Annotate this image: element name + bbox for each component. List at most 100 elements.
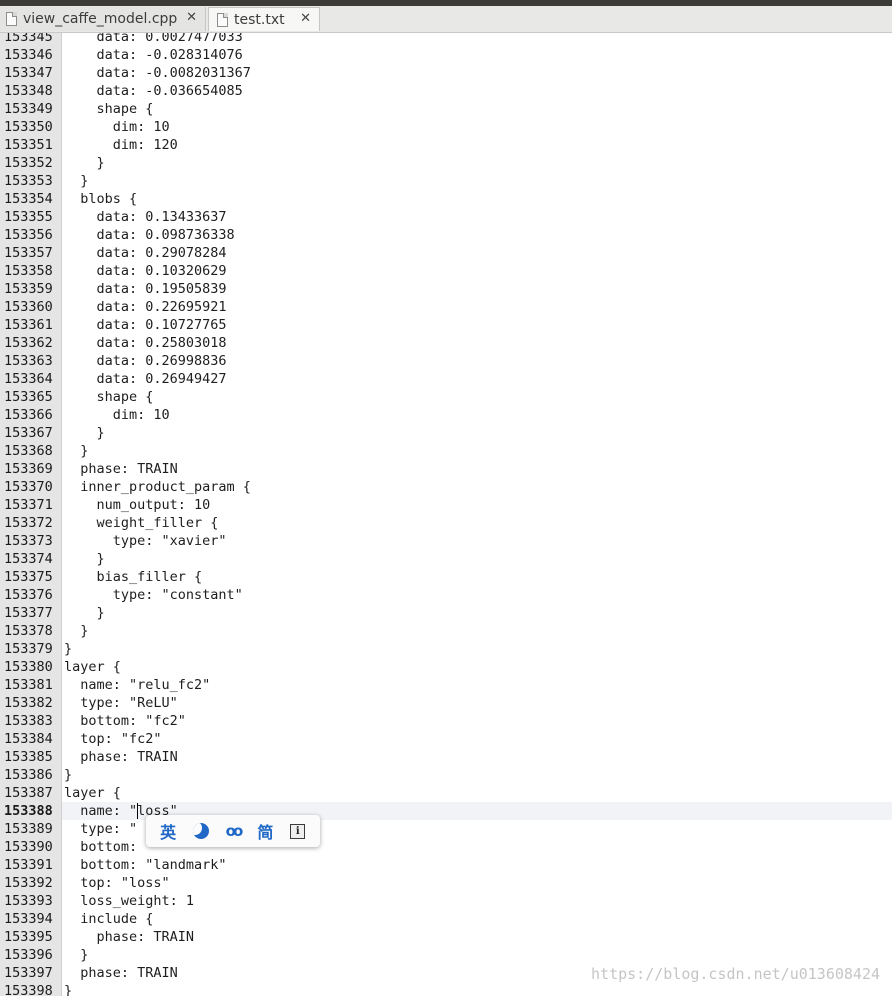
- editor-line[interactable]: 153375 bias_filler {: [0, 568, 892, 586]
- line-text: }: [64, 947, 89, 963]
- simplified-chinese-toggle-button[interactable]: 简: [253, 819, 277, 843]
- editor-line[interactable]: 153395 phase: TRAIN: [0, 928, 892, 946]
- line-number: 153390: [4, 839, 53, 855]
- editor-line[interactable]: 153355 data: 0.13433637: [0, 208, 892, 226]
- editor-line[interactable]: 153390 bottom: ": [0, 838, 892, 856]
- line-text: data: 0.26998836: [64, 353, 227, 369]
- editor-line[interactable]: 153381 name: "relu_fc2": [0, 676, 892, 694]
- editor-line[interactable]: 153392 top: "loss": [0, 874, 892, 892]
- editor-line[interactable]: 153396 }: [0, 946, 892, 964]
- line-text: data: 0.26949427: [64, 371, 227, 387]
- close-icon[interactable]: ✕: [186, 10, 197, 25]
- editor-line[interactable]: 153353 }: [0, 172, 892, 190]
- editor-line[interactable]: 153367 }: [0, 424, 892, 442]
- editor-line[interactable]: 153386}: [0, 766, 892, 784]
- line-number: 153375: [4, 569, 53, 585]
- editor-line[interactable]: 153359 data: 0.19505839: [0, 280, 892, 298]
- line-number: 153352: [4, 155, 53, 171]
- editor-line[interactable]: 153350 dim: 10: [0, 118, 892, 136]
- editor-line[interactable]: 153376 type: "constant": [0, 586, 892, 604]
- file-icon: [217, 12, 228, 27]
- line-number: 153364: [4, 371, 53, 387]
- tab-view-caffe-model[interactable]: view_caffe_model.cpp ✕: [0, 7, 206, 31]
- line-number: 153363: [4, 353, 53, 369]
- line-number: 153354: [4, 191, 53, 207]
- line-text: type: "constant": [64, 587, 243, 603]
- tab-bar: view_caffe_model.cpp ✕ test.txt ✕: [0, 6, 892, 33]
- editor-line[interactable]: 153383 bottom: "fc2": [0, 712, 892, 730]
- editor-line[interactable]: 153387 layer {: [0, 784, 892, 802]
- tab-test-txt[interactable]: test.txt ✕: [208, 7, 320, 31]
- line-number: 153396: [4, 947, 53, 963]
- editor-line[interactable]: 153393 loss_weight: 1: [0, 892, 892, 910]
- editor-line[interactable]: 153370 inner_product_param {: [0, 478, 892, 496]
- line-number: 153371: [4, 497, 53, 513]
- editor-line[interactable]: 153348 data: -0.036654085: [0, 82, 892, 100]
- line-number: 153349: [4, 101, 53, 117]
- close-icon[interactable]: ✕: [300, 11, 311, 26]
- editor-line[interactable]: 153391 bottom: "landmark": [0, 856, 892, 874]
- editor-line[interactable]: 153351 dim: 120: [0, 136, 892, 154]
- editor-line[interactable]: 153398}: [0, 982, 892, 996]
- line-number: 153345: [4, 33, 53, 45]
- language-toggle-button[interactable]: 英: [156, 819, 180, 843]
- line-text: data: -0.036654085: [64, 83, 243, 99]
- info-icon[interactable]: i: [286, 819, 310, 843]
- line-number: 153395: [4, 929, 53, 945]
- editor-line[interactable]: 153358 data: 0.10320629: [0, 262, 892, 280]
- editor-line[interactable]: 153369 phase: TRAIN: [0, 460, 892, 478]
- line-text: bottom: "fc2": [64, 713, 186, 729]
- editor-line[interactable]: 153377 }: [0, 604, 892, 622]
- editor-line[interactable]: 153356 data: 0.098736338: [0, 226, 892, 244]
- line-text: dim: 120: [64, 137, 178, 153]
- editor-line[interactable]: 153360 data: 0.22695921: [0, 298, 892, 316]
- editor-line[interactable]: 153388 name: "loss": [0, 802, 892, 820]
- editor-line[interactable]: 153364 data: 0.26949427: [0, 370, 892, 388]
- line-number: 153387: [4, 785, 53, 801]
- line-number: 153356: [4, 227, 53, 243]
- line-text: data: 0.22695921: [64, 299, 227, 315]
- editor-line[interactable]: 153347 data: -0.0082031367: [0, 64, 892, 82]
- line-text: data: 0.10320629: [64, 263, 227, 279]
- line-text: layer {: [64, 785, 121, 801]
- editor-line[interactable]: 153366 dim: 10: [0, 406, 892, 424]
- editor-line[interactable]: 153363 data: 0.26998836: [0, 352, 892, 370]
- line-text: data: 0.13433637: [64, 209, 227, 225]
- line-text: }: [64, 605, 105, 621]
- editor-line[interactable]: 153365 shape {: [0, 388, 892, 406]
- line-text: type: "ReLU": [64, 695, 178, 711]
- editor-line[interactable]: 153354 blobs {: [0, 190, 892, 208]
- line-number: 153370: [4, 479, 53, 495]
- editor-line[interactable]: 153379}: [0, 640, 892, 658]
- editor-line[interactable]: 153368 }: [0, 442, 892, 460]
- editor-line[interactable]: 153352 }: [0, 154, 892, 172]
- editor-line[interactable]: 153389 type: ": [0, 820, 892, 838]
- editor-line[interactable]: 153373 type: "xavier": [0, 532, 892, 550]
- editor-line[interactable]: 153357 data: 0.29078284: [0, 244, 892, 262]
- editor-line[interactable]: 153385 phase: TRAIN: [0, 748, 892, 766]
- editor-line[interactable]: 153384 top: "fc2": [0, 730, 892, 748]
- editor-line[interactable]: 153361 data: 0.10727765: [0, 316, 892, 334]
- editor-line[interactable]: 153378 }: [0, 622, 892, 640]
- line-text: data: -0.028314076: [64, 47, 243, 63]
- line-number: 153365: [4, 389, 53, 405]
- text-editor[interactable]: 153345 data: 0.0027477033 153346 data: -0…: [0, 33, 892, 996]
- line-number: 153385: [4, 749, 53, 765]
- editor-line[interactable]: 153346 data: -0.028314076: [0, 46, 892, 64]
- editor-line[interactable]: 153374 }: [0, 550, 892, 568]
- editor-line[interactable]: 153371 num_output: 10: [0, 496, 892, 514]
- editor-line[interactable]: 153382 type: "ReLU": [0, 694, 892, 712]
- editor-line[interactable]: 153372 weight_filler {: [0, 514, 892, 532]
- line-number: 153358: [4, 263, 53, 279]
- editor-line[interactable]: 153349 shape {: [0, 100, 892, 118]
- punctuation-icon[interactable]: oo: [221, 819, 245, 843]
- line-text: }: [64, 641, 73, 657]
- line-text: dim: 10: [64, 407, 170, 423]
- editor-line[interactable]: 153394 include {: [0, 910, 892, 928]
- editor-line[interactable]: 153345 data: 0.0027477033: [0, 33, 892, 46]
- line-text: }: [64, 155, 105, 171]
- line-text: data: 0.25803018: [64, 335, 227, 351]
- editor-line[interactable]: 153380 layer {: [0, 658, 892, 676]
- half-width-moon-icon[interactable]: [189, 819, 213, 843]
- editor-line[interactable]: 153362 data: 0.25803018: [0, 334, 892, 352]
